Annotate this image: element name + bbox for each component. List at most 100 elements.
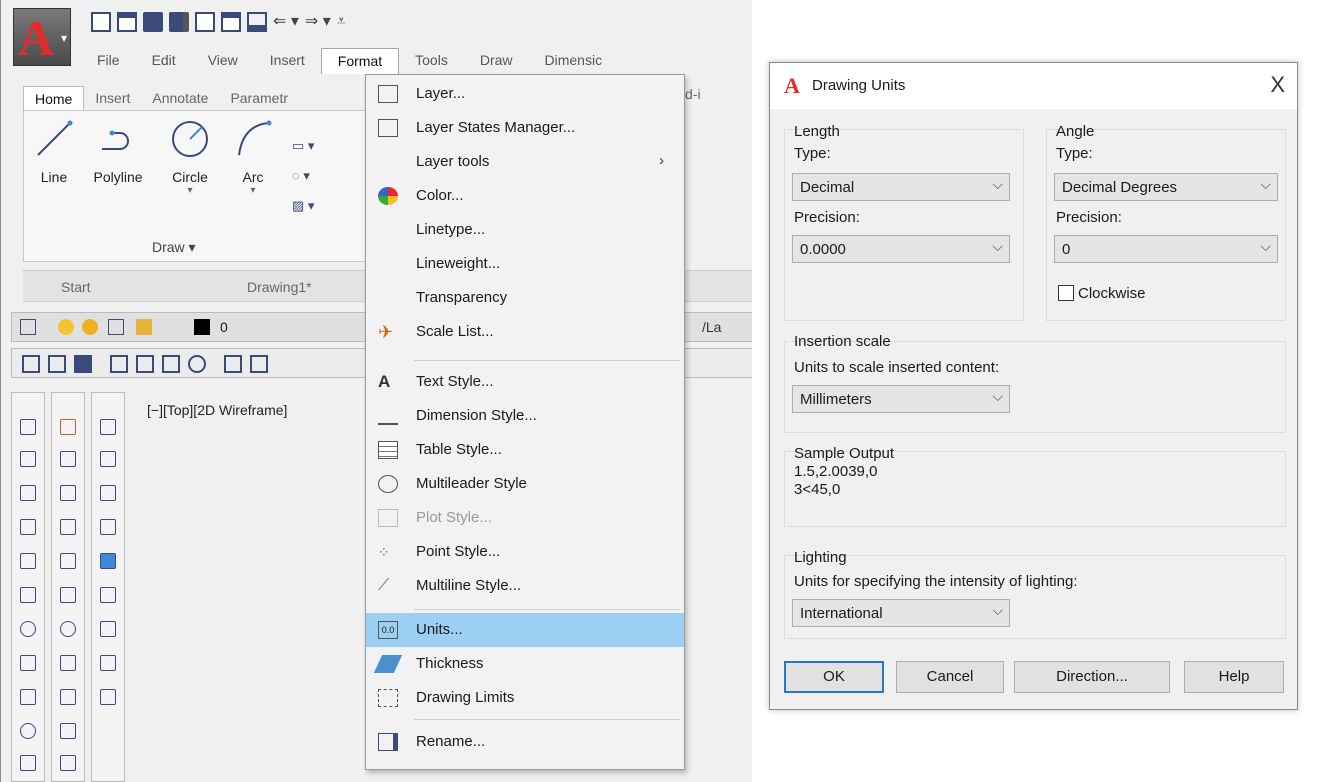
move-icon[interactable]	[60, 587, 76, 603]
menu-item-layer[interactable]: Layer...	[366, 77, 684, 111]
ellipse-arc-icon[interactable]	[20, 755, 36, 771]
save-icon[interactable]	[74, 355, 92, 373]
zoom-scale-icon[interactable]	[100, 485, 116, 501]
plot-preview-icon[interactable]	[136, 355, 154, 373]
layer-on-icon[interactable]	[58, 319, 74, 335]
line-tool[interactable]: Line	[28, 119, 80, 185]
erase-icon[interactable]	[60, 419, 76, 435]
angle-type-select[interactable]: Decimal Degrees ⌵	[1054, 173, 1278, 201]
ok-button[interactable]: OK	[784, 661, 884, 693]
circle-tool[interactable]: Circle ▾	[162, 119, 218, 196]
revcloud-icon[interactable]	[20, 655, 36, 671]
freeze-icon[interactable]	[82, 319, 98, 335]
cut-icon[interactable]	[224, 355, 242, 373]
scale-icon[interactable]	[60, 655, 76, 671]
tab-drawing1[interactable]: Drawing1*	[247, 279, 312, 295]
save-as-icon[interactable]	[169, 12, 189, 32]
open-file-icon[interactable]	[117, 12, 137, 32]
zoom-window-icon[interactable]	[100, 419, 116, 435]
polyline-tool[interactable]: Polyline	[84, 119, 152, 185]
construction-line-icon[interactable]	[20, 451, 36, 467]
viewport-controls[interactable]: [−][Top][2D Wireframe]	[147, 402, 287, 418]
menu-item-scale-list[interactable]: ✈ Scale List...	[366, 315, 684, 349]
publish-icon[interactable]	[162, 355, 180, 373]
publish-icon[interactable]	[195, 12, 215, 32]
menu-dimension[interactable]: Dimensic	[529, 48, 619, 74]
zoom-extents-icon[interactable]	[100, 689, 116, 705]
offset-icon[interactable]	[60, 519, 76, 535]
length-type-select[interactable]: Decimal ⌵	[792, 173, 1010, 201]
lighting-units-select[interactable]: International ⌵	[792, 599, 1010, 627]
stretch-icon[interactable]	[60, 689, 76, 705]
circle-icon[interactable]	[20, 621, 36, 637]
menu-item-table-style[interactable]: Table Style...	[366, 433, 684, 467]
spline-icon[interactable]	[20, 689, 36, 705]
array-icon[interactable]	[60, 553, 76, 569]
zoom-all-icon[interactable]	[100, 655, 116, 671]
zoom-in-icon[interactable]	[100, 587, 116, 603]
menu-item-text-style[interactable]: A Text Style...	[366, 365, 684, 399]
length-precision-select[interactable]: 0.0000 ⌵	[792, 235, 1010, 263]
tab-parametric[interactable]: Parametr	[219, 86, 299, 111]
zoom-center-icon[interactable]	[100, 519, 116, 535]
clockwise-checkbox[interactable]	[1058, 285, 1074, 301]
rotate-icon[interactable]	[60, 621, 76, 637]
redo-icon[interactable]: ⇒ ▾	[305, 12, 331, 32]
menu-item-transparency[interactable]: Transparency	[366, 281, 684, 315]
help-button[interactable]: Help	[1184, 661, 1284, 693]
ellipse-icon[interactable]: ◌ ▾	[292, 161, 314, 191]
current-layer-value[interactable]: 0	[220, 319, 228, 335]
menu-tools[interactable]: Tools	[399, 48, 464, 74]
layer-properties-icon[interactable]	[20, 319, 36, 335]
extend-icon[interactable]	[60, 755, 76, 771]
copy-object-icon[interactable]	[60, 451, 76, 467]
menu-draw[interactable]: Draw	[464, 48, 529, 74]
share-icon[interactable]	[221, 12, 241, 32]
design-center-icon[interactable]	[188, 355, 206, 373]
menu-view[interactable]: View	[192, 48, 254, 74]
close-icon[interactable]: X	[1270, 72, 1285, 98]
arc-tool[interactable]: Arc ▾	[228, 119, 278, 196]
plot-icon[interactable]	[247, 12, 267, 32]
draw-panel-label[interactable]: Draw ▾	[152, 239, 196, 256]
menu-item-color[interactable]: Color...	[366, 179, 684, 213]
cancel-button[interactable]: Cancel	[896, 661, 1004, 693]
line-icon[interactable]	[20, 419, 36, 435]
menu-item-layer-states-manager[interactable]: Layer States Manager...	[366, 111, 684, 145]
zoom-dynamic-icon[interactable]	[100, 451, 116, 467]
rectangle-icon[interactable]: ▭ ▾	[292, 131, 314, 161]
tab-annotate[interactable]: Annotate	[141, 86, 219, 111]
insertion-units-select[interactable]: Millimeters ⌵	[792, 385, 1010, 413]
menu-item-multileader-style[interactable]: Multileader Style	[366, 467, 684, 501]
hatch-icon[interactable]: ▨ ▾	[292, 191, 314, 221]
copy-icon[interactable]	[250, 355, 268, 373]
menu-item-point-style[interactable]: ⁘ Point Style...	[366, 535, 684, 569]
zoom-out-icon[interactable]	[100, 621, 116, 637]
menu-item-lineweight[interactable]: Lineweight...	[366, 247, 684, 281]
ellipse-icon[interactable]	[20, 723, 36, 739]
viewport-freeze-icon[interactable]	[108, 319, 124, 335]
menu-item-layer-tools[interactable]: Layer tools ›	[366, 145, 684, 179]
direction-button[interactable]: Direction...	[1014, 661, 1170, 693]
plot-icon[interactable]	[110, 355, 128, 373]
application-menu-button[interactable]: A ▾	[13, 8, 71, 66]
angle-precision-select[interactable]: 0 ⌵	[1054, 235, 1278, 263]
tab-insert[interactable]: Insert	[84, 86, 141, 111]
open-icon[interactable]	[48, 355, 66, 373]
polyline-icon[interactable]	[20, 485, 36, 501]
rectangle-icon[interactable]	[20, 553, 36, 569]
tab-start[interactable]: Start	[61, 279, 91, 295]
zoom-object-icon[interactable]	[100, 553, 116, 569]
menu-format[interactable]: Format	[320, 48, 400, 74]
menu-item-thickness[interactable]: Thickness	[366, 647, 684, 681]
menu-insert[interactable]: Insert	[254, 48, 321, 74]
menu-item-dimension-style[interactable]: Dimension Style...	[366, 399, 684, 433]
new-file-icon[interactable]	[91, 12, 111, 32]
menu-edit[interactable]: Edit	[136, 48, 192, 74]
clockwise-label[interactable]: Clockwise	[1078, 285, 1146, 302]
tab-home[interactable]: Home	[23, 86, 85, 111]
arc-icon[interactable]	[20, 587, 36, 603]
menu-item-units[interactable]: 0.0 Units...	[366, 613, 684, 647]
polygon-icon[interactable]	[20, 519, 36, 535]
menu-item-rename[interactable]: Rename...	[366, 725, 684, 759]
